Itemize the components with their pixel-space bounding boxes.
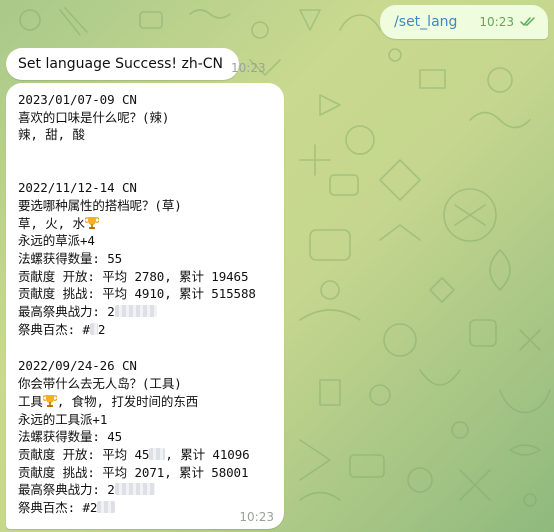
top100-text: 祭典百杰: # — [18, 321, 90, 337]
event-date: 2022/09/24-26 CN — [18, 358, 137, 374]
trophy-icon — [42, 394, 57, 407]
incoming-message-bubble[interactable]: Set language Success! zh-CN 10:23 — [6, 48, 266, 80]
event-max-power: 最高祭典战力: 2 — [18, 481, 272, 499]
event-date: 2023/01/07-09 CN — [18, 92, 137, 107]
redacted-blur — [97, 501, 116, 514]
event-contrib-challenge: 贡献度 挑战: 平均 2071, 累计 58001 — [18, 464, 249, 480]
festival-history-message-bubble[interactable]: 2023/01/07-09 CN 喜欢的口味是什么呢？(辣) 辣, 甜, 酸 2… — [6, 83, 284, 529]
max-power-text: 最高祭典战力: 2 — [18, 482, 115, 498]
redacted-blur — [114, 483, 155, 496]
event-contrib-open: 贡献度 开放: 平均 45 , 累计 41096 — [18, 446, 272, 464]
message-text: Set language Success! zh-CN — [18, 56, 224, 72]
outgoing-message-bubble[interactable]: /set_lang 10:23 — [380, 5, 548, 39]
trophy-icon — [84, 216, 99, 229]
top100-suffix: 2 — [97, 321, 106, 337]
choices-text: 草, 火, 水 — [18, 215, 85, 231]
redacted-blur — [149, 447, 166, 460]
event-choices: 草, 火, 水 — [18, 215, 272, 233]
event-question: 你会带什么去无人岛？(工具) — [18, 376, 182, 392]
event-choices: 辣, 甜, 酸 — [18, 127, 85, 143]
contrib-open-prefix: 贡献度 开放: 平均 45 — [18, 446, 150, 462]
command-link[interactable]: /set_lang — [394, 14, 457, 30]
event-question: 喜欢的口味是什么呢？(辣) — [18, 109, 170, 125]
message-time: 10:23 — [231, 61, 266, 75]
top100-text: 祭典百杰: #2 — [18, 500, 98, 516]
double-check-icon — [520, 17, 536, 27]
event-team: 永远的工具派+1 — [18, 411, 108, 427]
event-question: 要选哪种属性的搭档呢？(草) — [18, 197, 182, 213]
redacted-blur — [114, 305, 157, 318]
event-shells: 法螺获得数量: 45 — [18, 429, 123, 445]
event-max-power: 最高祭典战力: 2 — [18, 303, 272, 321]
event-date: 2022/11/12-14 CN — [18, 180, 137, 196]
event-shells: 法螺获得数量: 55 — [18, 250, 123, 266]
event-top100: 祭典百杰: #2 — [18, 499, 272, 517]
max-power-text: 最高祭典战力: 2 — [18, 304, 115, 320]
event-contrib-open: 贡献度 开放: 平均 2780, 累计 19465 — [18, 268, 249, 284]
message-time: 10:23 — [479, 15, 514, 29]
event-choices: 工具 , 食物, 打发时间的东西 — [18, 393, 272, 411]
redacted-blur — [89, 322, 98, 335]
event-team: 永远的草派+4 — [18, 233, 95, 249]
event-top100: 祭典百杰: # 2 — [18, 321, 272, 339]
message-time: 10:23 — [239, 510, 274, 524]
choices-suffix: , 食物, 打发时间的东西 — [56, 393, 199, 409]
choices-prefix: 工具 — [18, 393, 43, 409]
contrib-open-suffix: , 累计 41096 — [165, 446, 250, 462]
event-contrib-challenge: 贡献度 挑战: 平均 4910, 累计 515588 — [18, 286, 256, 302]
